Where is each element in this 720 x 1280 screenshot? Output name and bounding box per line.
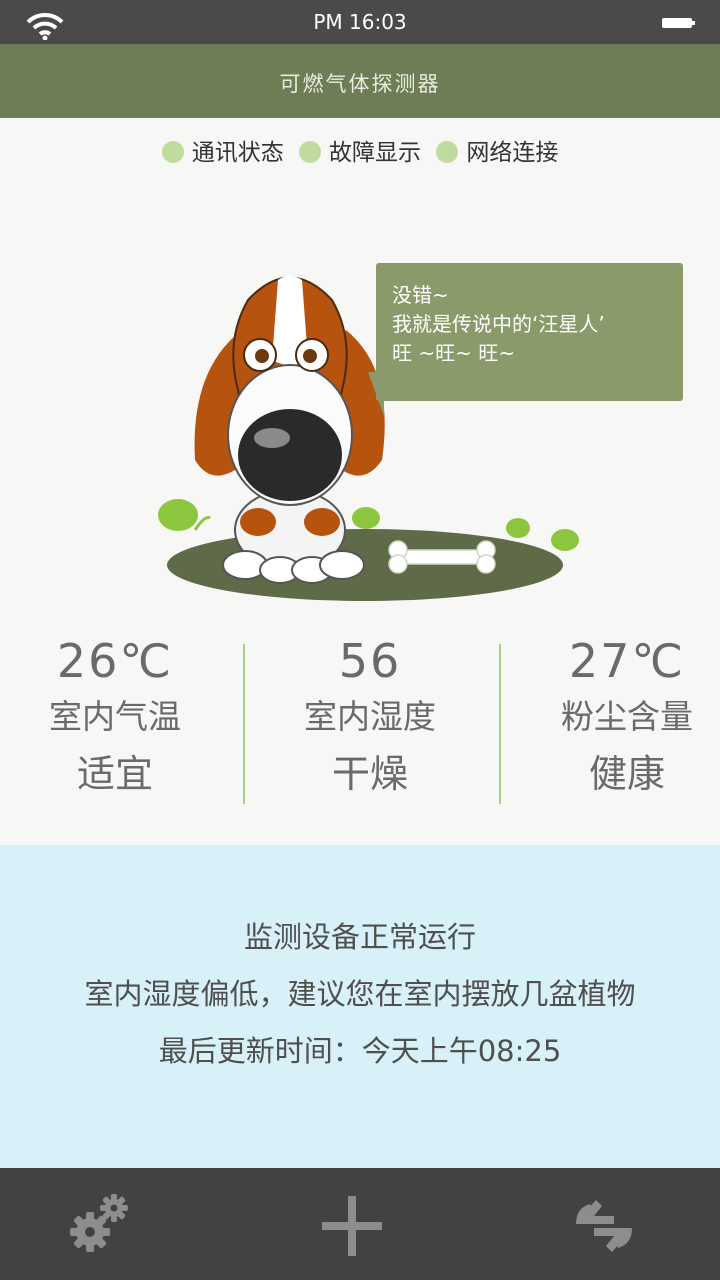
status-indicators: 通讯状态 故障显示 网络连接 — [0, 133, 720, 167]
title-bar: 可燃气体探测器 — [0, 44, 720, 118]
stat-status: 适宜 — [76, 752, 153, 796]
stat-divider — [499, 644, 501, 804]
refresh-icon[interactable] — [566, 1188, 642, 1264]
info-panel: 监测设备正常运行 室内湿度偏低，建议您在室内摆放几盆植物 最后更新时间：今天上午… — [0, 845, 720, 1168]
indicator-label: 网络连接 — [466, 140, 559, 166]
stat-temperature: 26℃ 室内气温 适宜 — [10, 632, 220, 804]
indicator-label: 通讯状态 — [191, 140, 284, 166]
status-bar: PM 16:03 — [0, 0, 720, 44]
stat-label: 粉尘含量 — [561, 697, 693, 736]
page-title: 可燃气体探测器 — [279, 72, 441, 96]
stat-humidity: 56 室内湿度 干燥 — [265, 632, 475, 804]
advice-text: 室内湿度偏低，建议您在室内摆放几盆植物 — [84, 977, 636, 1011]
gear-icon[interactable] — [62, 1188, 138, 1264]
stat-dust: 27℃ 粉尘含量 健康 — [522, 632, 720, 804]
stat-value: 56 — [338, 634, 402, 688]
last-updated-text: 最后更新时间：今天上午08:25 — [158, 1034, 562, 1068]
bottom-toolbar — [0, 1168, 720, 1280]
speech-bubble: 没错~ 我就是传说中的‘汪星人’ 旺 ~旺~ 旺~ — [376, 263, 683, 401]
indicator-communication: 通讯状态 — [161, 133, 284, 167]
stat-label: 室内湿度 — [304, 697, 436, 736]
stat-value: 26℃ — [56, 634, 174, 688]
stat-status: 干燥 — [331, 752, 408, 796]
indicator-dot — [299, 141, 321, 163]
device-status-text: 监测设备正常运行 — [243, 920, 476, 954]
status-time: PM 16:03 — [313, 10, 407, 34]
indicator-fault: 故障显示 — [299, 133, 421, 167]
indicator-dot — [436, 141, 459, 163]
stat-divider — [243, 644, 245, 804]
bubble-line: 旺 ~旺~ 旺~ — [392, 341, 515, 365]
plus-icon[interactable] — [314, 1188, 390, 1264]
stat-status: 健康 — [588, 752, 665, 796]
battery-icon — [662, 18, 695, 28]
indicator-dot — [161, 141, 184, 163]
stat-label: 室内气温 — [49, 697, 181, 736]
indicator-label: 故障显示 — [329, 140, 421, 166]
bubble-line: 没错~ — [392, 283, 449, 307]
bubble-line: 我就是传说中的‘汪星人’ — [392, 312, 605, 336]
stat-value: 27℃ — [568, 634, 686, 688]
indicator-network: 网络连接 — [436, 133, 558, 167]
